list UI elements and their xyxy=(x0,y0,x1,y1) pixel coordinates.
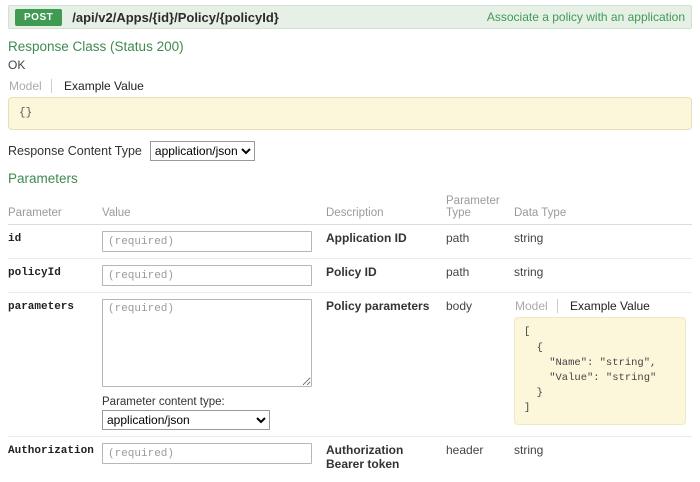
param-name-policyid: policyId xyxy=(8,259,102,293)
param-id-input[interactable] xyxy=(102,231,312,252)
response-tabs: Model Example Value xyxy=(8,79,692,93)
operation-summary-link[interactable]: Associate a policy with an application xyxy=(487,10,685,24)
param-description-id: Application ID xyxy=(326,225,446,259)
param-tab-model[interactable]: Model xyxy=(514,299,558,313)
param-type-authorization: header xyxy=(446,437,514,478)
param-authorization-input[interactable] xyxy=(102,443,312,464)
response-content-type-row: Response Content Type application/json xyxy=(8,141,692,161)
param-row-parameters: parameters Parameter content type: appli… xyxy=(8,293,692,437)
col-header-value: Value xyxy=(102,192,326,225)
endpoint-path[interactable]: /api/v2/Apps/{id}/Policy/{policyId} xyxy=(72,10,279,25)
param-data-type-id: string xyxy=(514,225,692,259)
param-description-parameters: Policy parameters xyxy=(326,293,446,437)
parameter-content-type-select[interactable]: application/json xyxy=(102,410,270,430)
col-header-data-type: Data Type xyxy=(514,192,692,225)
response-example-body: {} xyxy=(8,97,692,130)
tab-example-value[interactable]: Example Value xyxy=(55,79,153,93)
response-content-type-label: Response Content Type xyxy=(8,144,142,158)
parameter-content-type-label: Parameter content type: xyxy=(102,396,320,408)
parameters-model-box: Model Example Value [ { "Name": "string"… xyxy=(514,299,686,424)
param-type-policyid: path xyxy=(446,259,514,293)
param-data-type-policyid: string xyxy=(514,259,692,293)
param-row-id: id Application ID path string xyxy=(8,225,692,259)
parameters-model-tabs: Model Example Value xyxy=(514,299,686,313)
response-content-type-select[interactable]: application/json xyxy=(150,141,255,161)
response-description: OK xyxy=(8,58,692,72)
http-method-badge: POST xyxy=(15,9,62,26)
param-name-id: id xyxy=(8,225,102,259)
col-header-description: Description xyxy=(326,192,446,225)
param-name-authorization: Authorization xyxy=(8,437,102,478)
tab-model[interactable]: Model xyxy=(8,79,52,93)
param-data-type-authorization: string xyxy=(514,437,692,478)
swagger-operation-panel: POST /api/v2/Apps/{id}/Policy/{policyId}… xyxy=(0,0,700,482)
operation-header[interactable]: POST /api/v2/Apps/{id}/Policy/{policyId}… xyxy=(8,5,692,29)
parameters-title: Parameters xyxy=(8,171,692,186)
param-description-policyid: Policy ID xyxy=(326,259,446,293)
col-header-parameter: Parameter xyxy=(8,192,102,225)
param-policyid-input[interactable] xyxy=(102,265,312,286)
parameters-header-row: Parameter Value Description Parameter Ty… xyxy=(8,192,692,225)
col-header-parameter-type: Parameter Type xyxy=(446,192,514,225)
parameters-table: Parameter Value Description Parameter Ty… xyxy=(8,192,692,477)
param-tab-example-value[interactable]: Example Value xyxy=(561,299,659,313)
param-row-authorization: Authorization Authorization Bearer token… xyxy=(8,437,692,478)
parameters-example-schema: [ { "Name": "string", "Value": "string" … xyxy=(514,317,686,424)
parameters-body-textarea[interactable] xyxy=(102,299,312,387)
param-name-parameters: parameters xyxy=(8,293,102,437)
param-type-parameters: body xyxy=(446,293,514,437)
param-description-authorization: Authorization Bearer token xyxy=(326,437,446,478)
param-type-id: path xyxy=(446,225,514,259)
param-row-policyid: policyId Policy ID path string xyxy=(8,259,692,293)
response-class-title: Response Class (Status 200) xyxy=(8,39,692,54)
